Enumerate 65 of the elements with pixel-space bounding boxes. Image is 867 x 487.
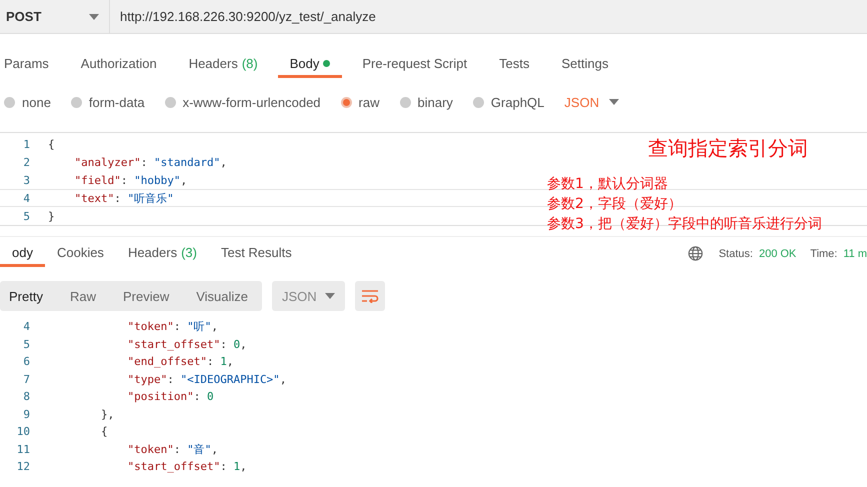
line-number: 10 xyxy=(16,425,30,438)
radio-option[interactable]: raw xyxy=(340,94,380,110)
method-dropdown[interactable]: POST xyxy=(0,0,110,33)
tab[interactable]: ody xyxy=(0,237,45,267)
line-number: 6 xyxy=(22,355,30,368)
code-line: "analyzer": "standard", xyxy=(73,156,227,168)
status-label: Status: xyxy=(718,248,753,260)
tab[interactable]: Tests xyxy=(487,48,542,78)
tab[interactable]: Headers (3) xyxy=(116,237,209,267)
code-line: "token": "音", xyxy=(126,442,218,457)
tab[interactable]: Pre-request Script xyxy=(350,48,480,78)
code-line: "text": "听音乐" xyxy=(73,190,174,206)
time-value: 11 m xyxy=(843,248,867,260)
tab[interactable]: Test Results xyxy=(208,237,304,267)
code-line: "position": 0 xyxy=(126,390,214,404)
radio-option[interactable]: x-www-form-urlencoded xyxy=(164,94,321,110)
code-line: "type": "<IDEOGRAPHIC>", xyxy=(126,372,286,386)
tab[interactable]: Params xyxy=(0,48,61,78)
radio-option[interactable]: form-data xyxy=(70,94,145,110)
tab[interactable]: Settings xyxy=(549,48,620,78)
radio-option[interactable]: binary xyxy=(400,94,453,110)
caret-icon xyxy=(89,14,99,20)
radio-option[interactable]: GraphQL xyxy=(472,94,544,110)
code-line: "start_offset": 0, xyxy=(126,338,247,351)
line-number: 4 xyxy=(22,320,30,334)
annotation-title: 查询指定索引分词 xyxy=(648,135,808,162)
code-line: "field": "hobby", xyxy=(73,174,188,186)
line-number: 12 xyxy=(16,460,30,474)
line-number: 4 xyxy=(22,192,30,204)
code-line: } xyxy=(48,210,55,222)
radio-option[interactable]: none xyxy=(4,94,51,110)
code-line: }, xyxy=(100,408,114,421)
view-mode-button[interactable]: Raw xyxy=(60,281,104,311)
line-number: 3 xyxy=(22,174,30,186)
status-value: 200 OK xyxy=(758,248,796,260)
code-line: "end_offset": 1, xyxy=(126,355,234,368)
wrap-lines-button[interactable] xyxy=(355,281,385,311)
tab[interactable]: Body xyxy=(278,48,342,78)
url-field[interactable]: http://192.168.226.30:9200/yz_test/_analyze xyxy=(110,0,867,33)
line-number: 8 xyxy=(22,390,30,404)
code-line: { xyxy=(48,138,55,150)
code-line: { xyxy=(100,425,108,438)
annotation-note: 参数3，把（爱好）字段中的听音乐进行分词 xyxy=(547,215,822,234)
caret-icon xyxy=(609,99,620,105)
tab[interactable]: Headers (8) xyxy=(176,48,270,78)
caret-icon xyxy=(325,293,335,299)
code-line: "start_offset": 1, xyxy=(126,460,247,474)
line-number: 2 xyxy=(22,156,30,168)
view-mode-button[interactable]: Visualize xyxy=(187,281,256,311)
tab[interactable]: Cookies xyxy=(44,237,116,267)
line-number: 7 xyxy=(22,372,30,386)
time-label: Time: xyxy=(810,248,838,260)
annotation-note: 参数1，默认分词器 xyxy=(547,175,669,194)
line-number: 11 xyxy=(16,442,30,456)
wrap-lines-icon xyxy=(361,289,379,303)
view-mode-button[interactable]: Pretty xyxy=(0,281,51,311)
globe-icon[interactable] xyxy=(688,246,703,261)
tab[interactable]: Authorization xyxy=(68,48,169,78)
code-line: "token": "听", xyxy=(126,319,218,334)
view-mode-button[interactable]: Preview xyxy=(114,281,178,311)
line-number: 5 xyxy=(22,210,30,222)
line-number: 9 xyxy=(22,408,30,421)
annotation-note: 参数2，字段（爱好） xyxy=(547,195,683,214)
line-number: 5 xyxy=(22,338,30,351)
line-number: 1 xyxy=(22,138,30,150)
